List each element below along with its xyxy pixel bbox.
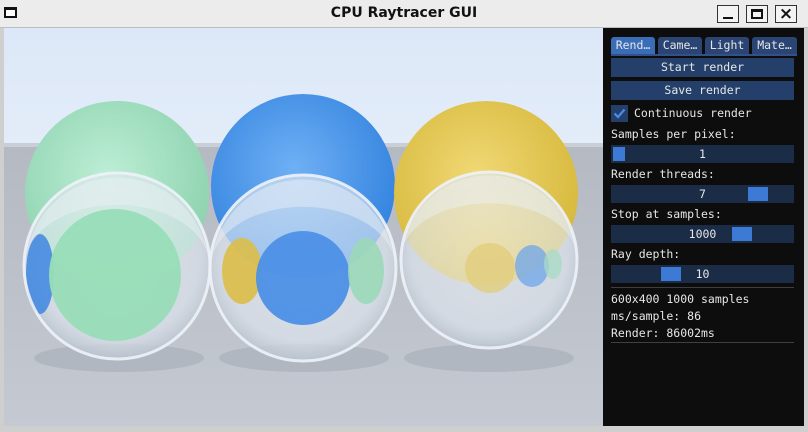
rendered-image [4,28,603,426]
tab-material[interactable]: Mate… [752,37,797,54]
render-threads-label: Render threads: [611,167,715,181]
render-threads-slider[interactable]: 7 [611,185,794,203]
continuous-render-label: Continuous render [634,106,752,120]
divider [611,287,794,288]
minimize-icon [723,17,733,19]
ray-depth-label: Ray depth: [611,247,681,261]
close-button[interactable]: × [775,4,797,24]
tab-camera[interactable]: Came… [658,37,702,54]
render-time-stat: Render: 86002ms [611,326,715,340]
save-render-button[interactable]: Save render [611,81,794,100]
maximize-icon [751,9,763,19]
resolution-samples-stat: 600x400 1000 samples [611,292,750,306]
ray-depth-value: 10 [695,267,710,281]
close-icon: × [778,4,794,24]
stop-at-samples-slider[interactable]: 1000 [611,225,794,243]
start-render-button[interactable]: Start render [611,58,794,77]
samples-per-pixel-slider[interactable]: 1 [611,145,794,163]
maximize-button[interactable] [746,5,768,23]
stop-at-samples-label: Stop at samples: [611,207,722,221]
samples-per-pixel-value: 1 [699,147,706,161]
render-threads-value: 7 [699,187,706,201]
samples-per-pixel-label: Samples per pixel: [611,127,736,141]
settings-panel: Rend… Came… Light Mate… Start render Sav… [603,28,804,426]
ms-per-sample-stat: ms/sample: 86 [611,309,702,323]
tab-render[interactable]: Rend… [611,37,655,54]
window-title: CPU Raytracer GUI [330,5,478,21]
divider [611,342,794,343]
continuous-render-checkbox[interactable] [611,105,628,122]
window-titlebar[interactable]: CPU Raytracer GUI × [0,0,808,28]
minimize-button[interactable] [717,5,739,23]
tab-light[interactable]: Light [705,37,749,54]
ray-depth-slider[interactable]: 10 [611,265,794,283]
checkmark-icon [613,108,626,119]
stop-at-samples-value: 1000 [688,227,717,241]
tab-bar: Rend… Came… Light Mate… [611,37,797,56]
render-viewport[interactable] [4,28,603,426]
